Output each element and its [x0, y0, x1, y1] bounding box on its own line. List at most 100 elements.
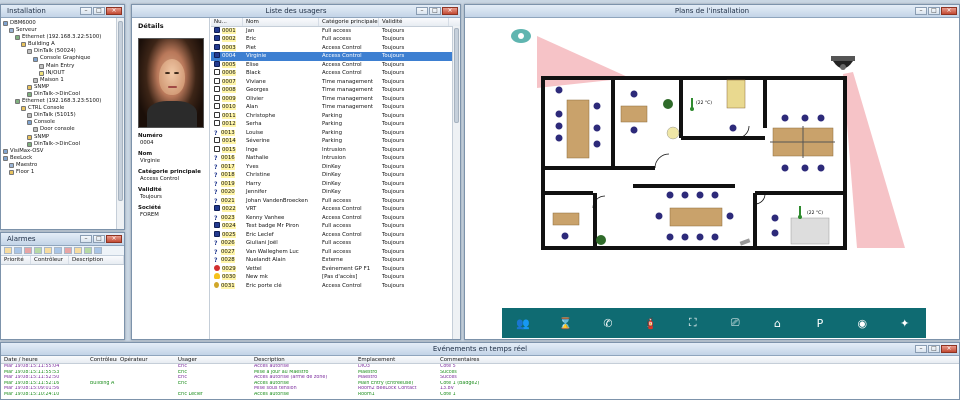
dome-camera-icon[interactable] — [831, 56, 855, 70]
table-row[interactable]: 0002 Eric Full access Toujours — [211, 35, 460, 44]
minimize-button[interactable]: – — [915, 7, 927, 15]
tree-node[interactable]: IN/OUT — [3, 70, 124, 77]
tree-node[interactable]: SNMP — [3, 84, 124, 91]
tree-node[interactable]: Main Entry — [3, 63, 124, 70]
camera-icon[interactable]: ⎚ — [725, 316, 745, 330]
hourglass-icon[interactable]: ⌛ — [556, 317, 576, 330]
fire-extinguisher-icon[interactable]: 🧯 — [640, 317, 660, 330]
phone-icon[interactable]: ✆ — [598, 317, 618, 330]
table-row[interactable]: 0030 New mk [Pas d'accès] Toujours — [211, 273, 460, 282]
alarmes-titlebar[interactable]: Alarmes – □ × — [1, 233, 124, 246]
table-row[interactable]: 0005 Elise Access Control Toujours — [211, 60, 460, 70]
table-row[interactable]: ? 0013 Louise Parking Toujours — [211, 129, 460, 138]
minimize-button[interactable]: – — [80, 7, 92, 15]
tree-node[interactable]: VisiMax-OSV — [3, 148, 124, 155]
table-row[interactable]: 0001 Jan Full access Toujours — [211, 26, 460, 36]
maximize-button[interactable]: □ — [928, 7, 940, 15]
thermometer-icon[interactable]: (22 °C) — [690, 98, 712, 111]
tree-node[interactable]: Building A — [3, 41, 124, 48]
table-row[interactable]: 0003 Piet Access Control Toujours — [211, 43, 460, 53]
table-row[interactable]: ? 0028 Nuelandt Alain Externe Toujours — [211, 256, 460, 265]
col-nom[interactable]: Nom — [243, 18, 319, 26]
tree-node[interactable]: DinTalk (51015) — [3, 112, 124, 119]
table-row[interactable]: ? 0026 Giuliani Joël Full access Toujours — [211, 239, 460, 248]
tree-node[interactable]: DinTalk (50024) — [3, 48, 124, 55]
col-emplacement[interactable]: Emplacement — [355, 356, 437, 363]
plan-titlebar[interactable]: Plans de l'installation – □ × — [465, 5, 959, 18]
table-row[interactable]: 0011 Christophe Parking Toujours — [211, 111, 460, 121]
table-row[interactable]: 0014 Séverine Parking Toujours — [211, 137, 460, 146]
camera-left-icon[interactable] — [511, 29, 531, 43]
parking-icon[interactable]: P — [810, 317, 830, 330]
installation-scrollbar[interactable] — [116, 18, 124, 229]
tree-node[interactable]: Ethernet (192.168.3.23:5100) — [3, 98, 124, 105]
events-titlebar[interactable]: Evénements en temps réel – □ × — [1, 343, 959, 356]
thermometer-icon[interactable]: (22 °C) — [798, 206, 823, 219]
table-row[interactable]: ? 0021 Johan VandenBroecken Full access Touj… — [211, 197, 460, 206]
alarm-tool-icon[interactable] — [94, 247, 102, 254]
table-row[interactable]: 0022 VRT Access Control Toujours — [211, 205, 460, 214]
alarm-tool-icon[interactable] — [4, 247, 12, 254]
table-row[interactable]: 0009 Olivier Time management Toujours — [211, 94, 460, 104]
col-description[interactable]: Description — [69, 256, 124, 264]
col-validite[interactable]: Validité — [379, 18, 449, 26]
col-operateur[interactable]: Opérateur — [117, 356, 175, 363]
table-row[interactable]: ? 0016 Nathalie Intrusion Toujours — [211, 154, 460, 163]
table-row[interactable]: 0025 Eric Leclef Access Control Toujours — [211, 230, 460, 240]
tree-node[interactable]: Console Graphique — [3, 55, 124, 62]
alarm-tool-icon[interactable] — [44, 247, 52, 254]
col-commentaires[interactable]: Commentaires — [437, 356, 557, 363]
table-row[interactable]: 0031 Eric porte clé Access Control Toujours — [211, 281, 460, 291]
maximize-button[interactable]: □ — [429, 7, 441, 15]
table-row[interactable]: 0010 Alan Time management Toujours — [211, 103, 460, 112]
users-titlebar[interactable]: Liste des usagers – □ × — [132, 5, 460, 18]
close-button[interactable]: × — [941, 7, 957, 15]
alarm-tool-icon[interactable] — [54, 247, 62, 254]
tree-node[interactable]: Floor 1 — [3, 169, 124, 176]
close-button[interactable]: × — [106, 7, 122, 15]
tree-node[interactable]: Maison 1 — [3, 77, 124, 84]
maximize-button[interactable]: □ — [93, 235, 105, 243]
col-numero[interactable]: Nu... — [211, 18, 243, 26]
table-row[interactable]: 0008 Georges Time management Toujours — [211, 86, 460, 95]
tree-node[interactable]: Serveur — [3, 27, 124, 34]
event-row[interactable]: Mar 19:08:15:10:24:10 Eric Leclef Accès au… — [1, 392, 959, 398]
maximize-button[interactable]: □ — [928, 345, 940, 353]
table-row[interactable]: 0004 Virginie Access Control Toujours — [211, 52, 460, 61]
close-button[interactable]: × — [442, 7, 458, 15]
table-row[interactable]: 0029 Vettel Evénement GP F1 Toujours — [211, 264, 460, 274]
table-row[interactable]: 0006 Black Access Control Toujours — [211, 69, 460, 78]
maximize-button[interactable]: □ — [93, 7, 105, 15]
tree-node[interactable]: Door console — [3, 126, 124, 133]
siren-icon[interactable]: ◉ — [852, 317, 872, 330]
stairs-icon[interactable]: ⛶ — [683, 316, 703, 330]
minimize-button[interactable]: – — [416, 7, 428, 15]
tree-node[interactable]: CTRL Console — [3, 105, 124, 112]
tree-node[interactable]: SNMP — [3, 134, 124, 141]
col-controleur[interactable]: Contrôleur — [31, 256, 69, 264]
tree-node[interactable]: Ethernet (192.168.3.22:5100) — [3, 34, 124, 41]
users-scrollbar[interactable] — [452, 26, 460, 339]
close-button[interactable]: × — [941, 345, 957, 353]
table-row[interactable]: ? 0027 Van Walleghem Luc Full access Toujour… — [211, 248, 460, 257]
col-description[interactable]: Description — [251, 356, 355, 363]
table-row[interactable]: 0015 Inge Intrusion Toujours — [211, 145, 460, 155]
table-row[interactable]: ? 0018 Christine DinKey Toujours — [211, 171, 460, 180]
table-row[interactable]: ? 0017 Yves DinKey Toujours — [211, 163, 460, 172]
alarm-tool-icon[interactable] — [64, 247, 72, 254]
table-row[interactable]: 0007 Viviane Time management Toujours — [211, 77, 460, 87]
tree-node[interactable]: DinTalk->DinCool — [3, 141, 124, 148]
minimize-button[interactable]: – — [80, 235, 92, 243]
table-row[interactable]: ? 0020 Jennifer DinKey Toujours — [211, 188, 460, 197]
table-row[interactable]: ? 0019 Harry DinKey Toujours — [211, 180, 460, 189]
home-lock-icon[interactable]: ⌂ — [768, 317, 788, 330]
col-categorie[interactable]: Catégorie principale — [319, 18, 379, 26]
close-button[interactable]: × — [106, 235, 122, 243]
alarm-tool-icon[interactable] — [84, 247, 92, 254]
tree-node[interactable]: DBM6000 — [3, 20, 124, 27]
scanner-icon[interactable]: ✦ — [895, 317, 915, 330]
col-usager[interactable]: Usager — [175, 356, 251, 363]
minimize-button[interactable]: – — [915, 345, 927, 353]
col-priorite[interactable]: Priorité — [1, 256, 31, 264]
table-row[interactable]: 0024 Test badge Mr Piron Full access Toujou… — [211, 222, 460, 231]
